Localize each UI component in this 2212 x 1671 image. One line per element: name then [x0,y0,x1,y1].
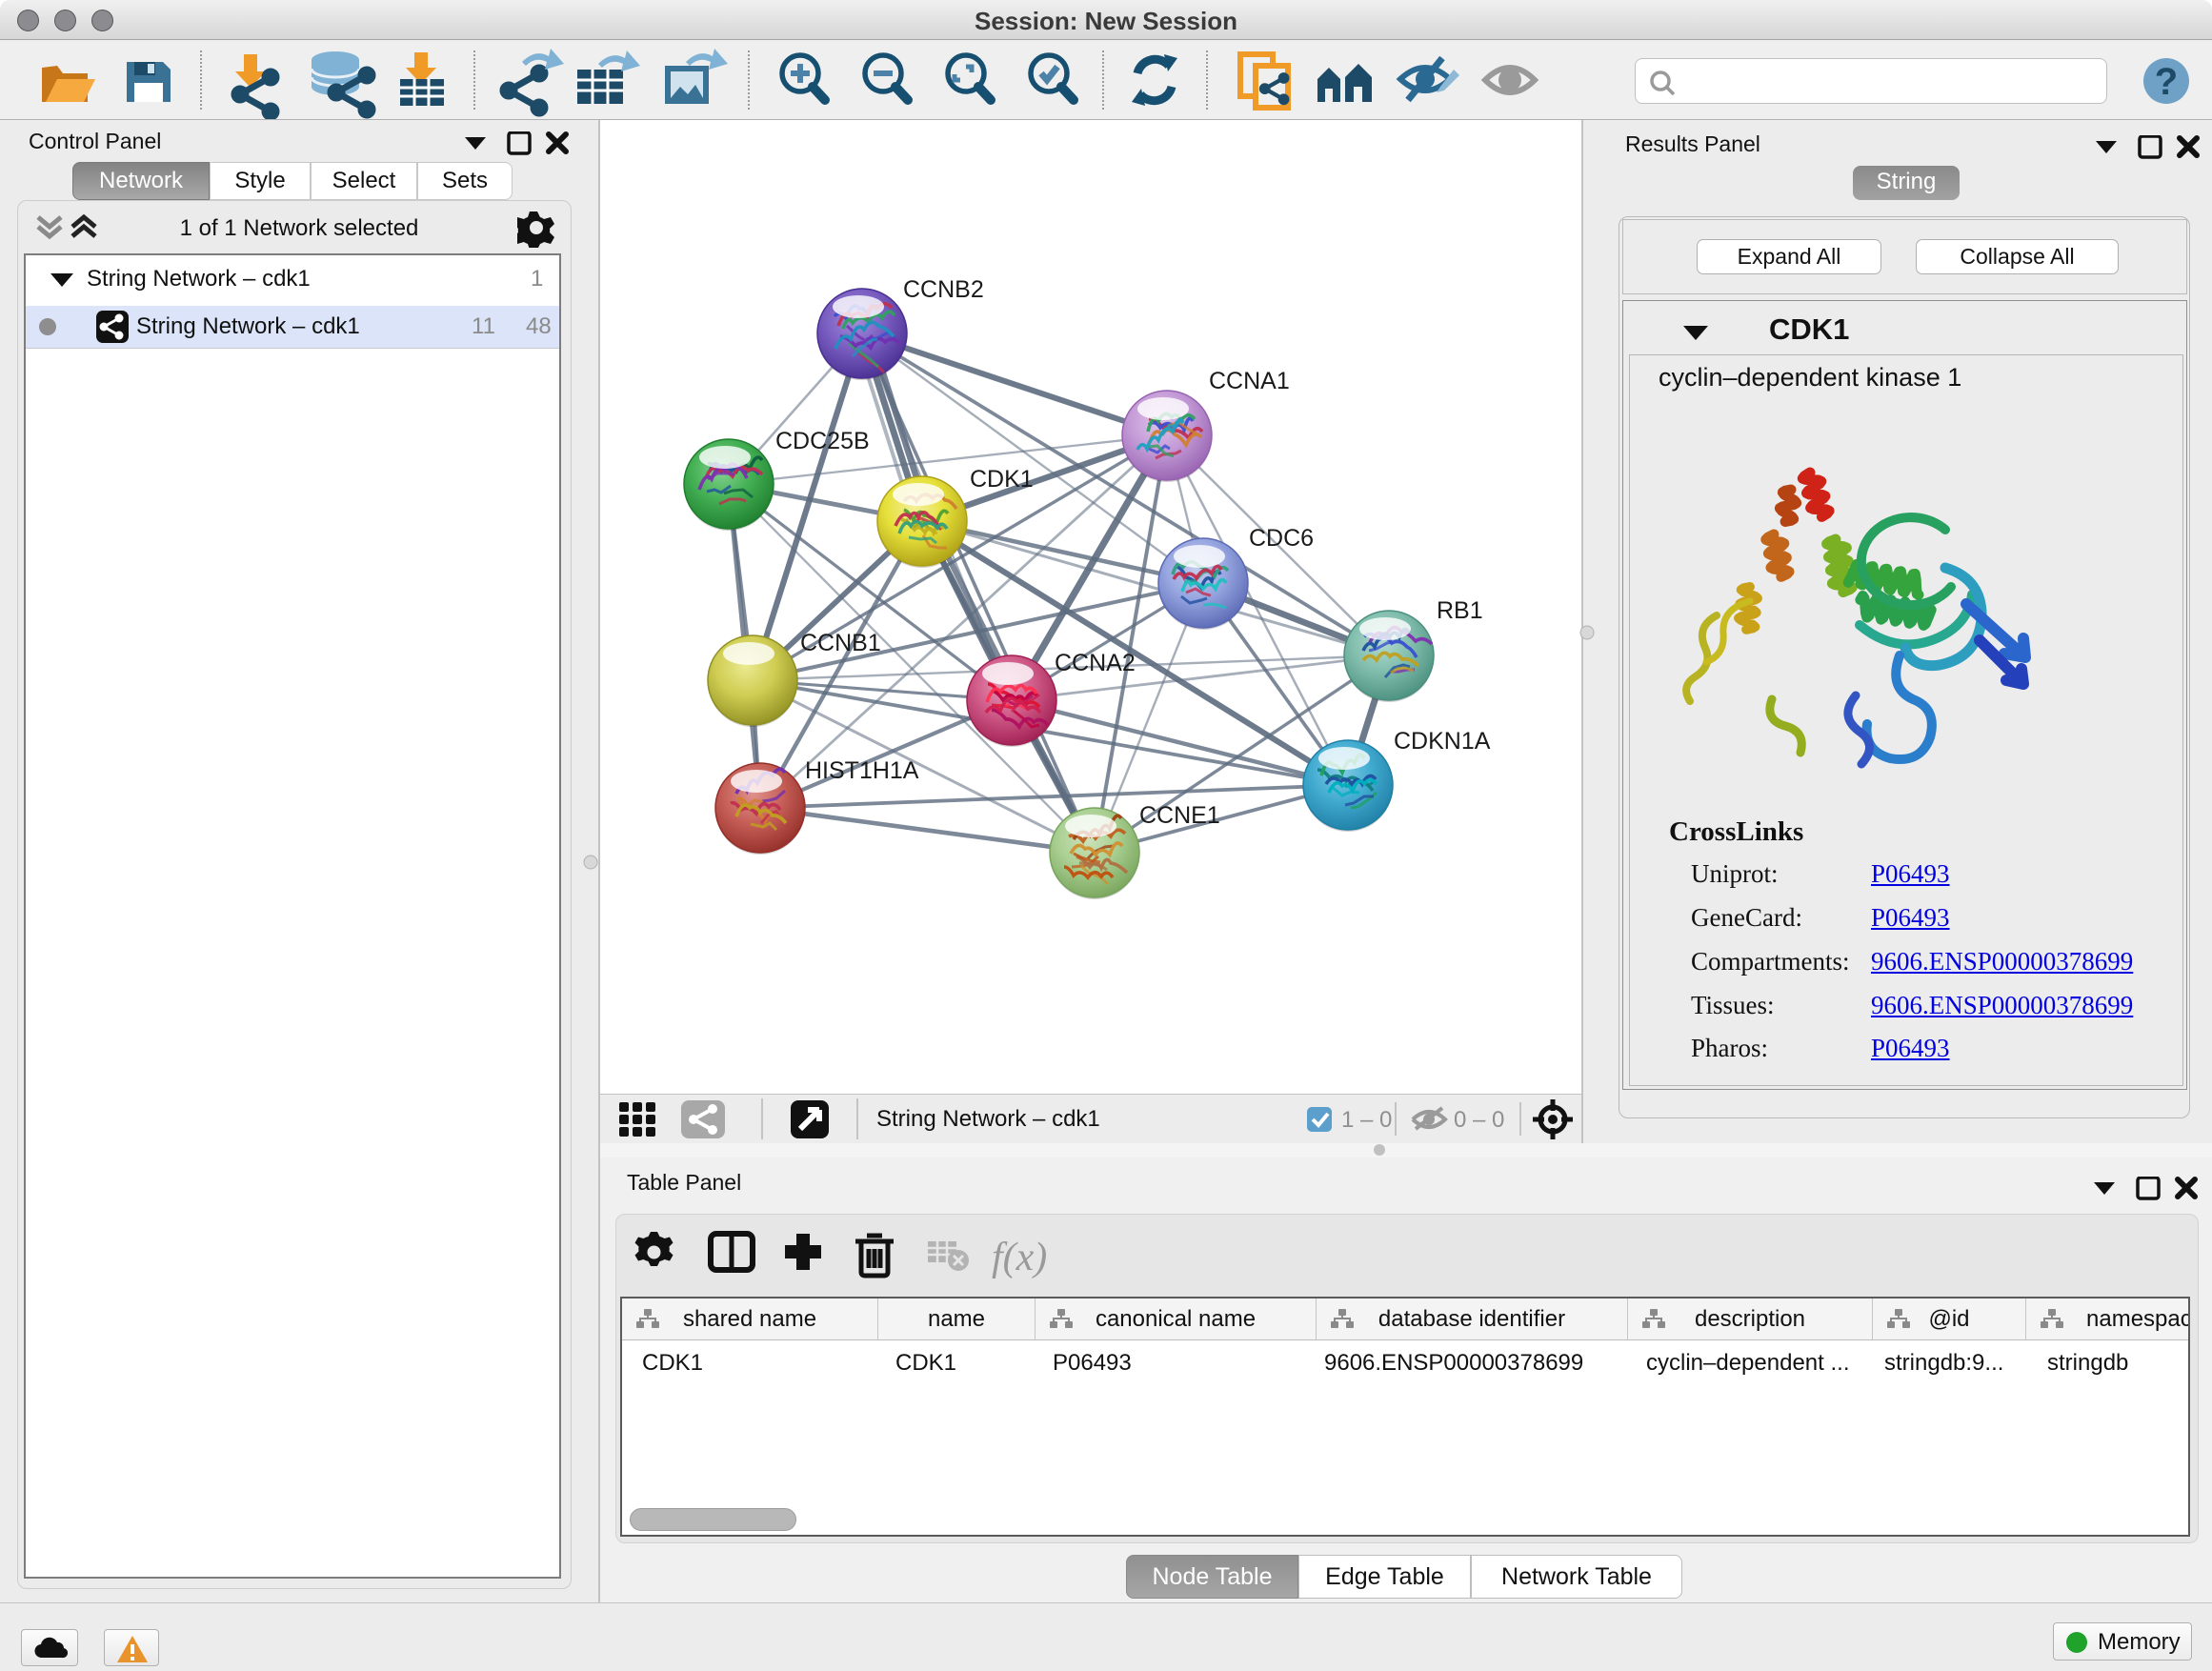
svg-text:?: ? [2155,61,2178,103]
svg-text:CDKN1A: CDKN1A [1394,728,1491,755]
svg-text:CCNB1: CCNB1 [800,630,881,656]
svg-text:CCNB2: CCNB2 [903,276,984,303]
svg-text:CDC25B: CDC25B [775,428,870,454]
svg-text:RB1: RB1 [1437,597,1483,624]
svg-text:f(x): f(x) [992,1236,1047,1279]
svg-text:CCNA1: CCNA1 [1209,368,1290,394]
svg-text:CCNE1: CCNE1 [1139,802,1220,829]
svg-text:CCNA2: CCNA2 [1055,650,1136,676]
svg-text:HIST1H1A: HIST1H1A [805,757,919,784]
svg-text:CDC6: CDC6 [1249,525,1314,552]
svg-text:CDK1: CDK1 [970,466,1034,493]
